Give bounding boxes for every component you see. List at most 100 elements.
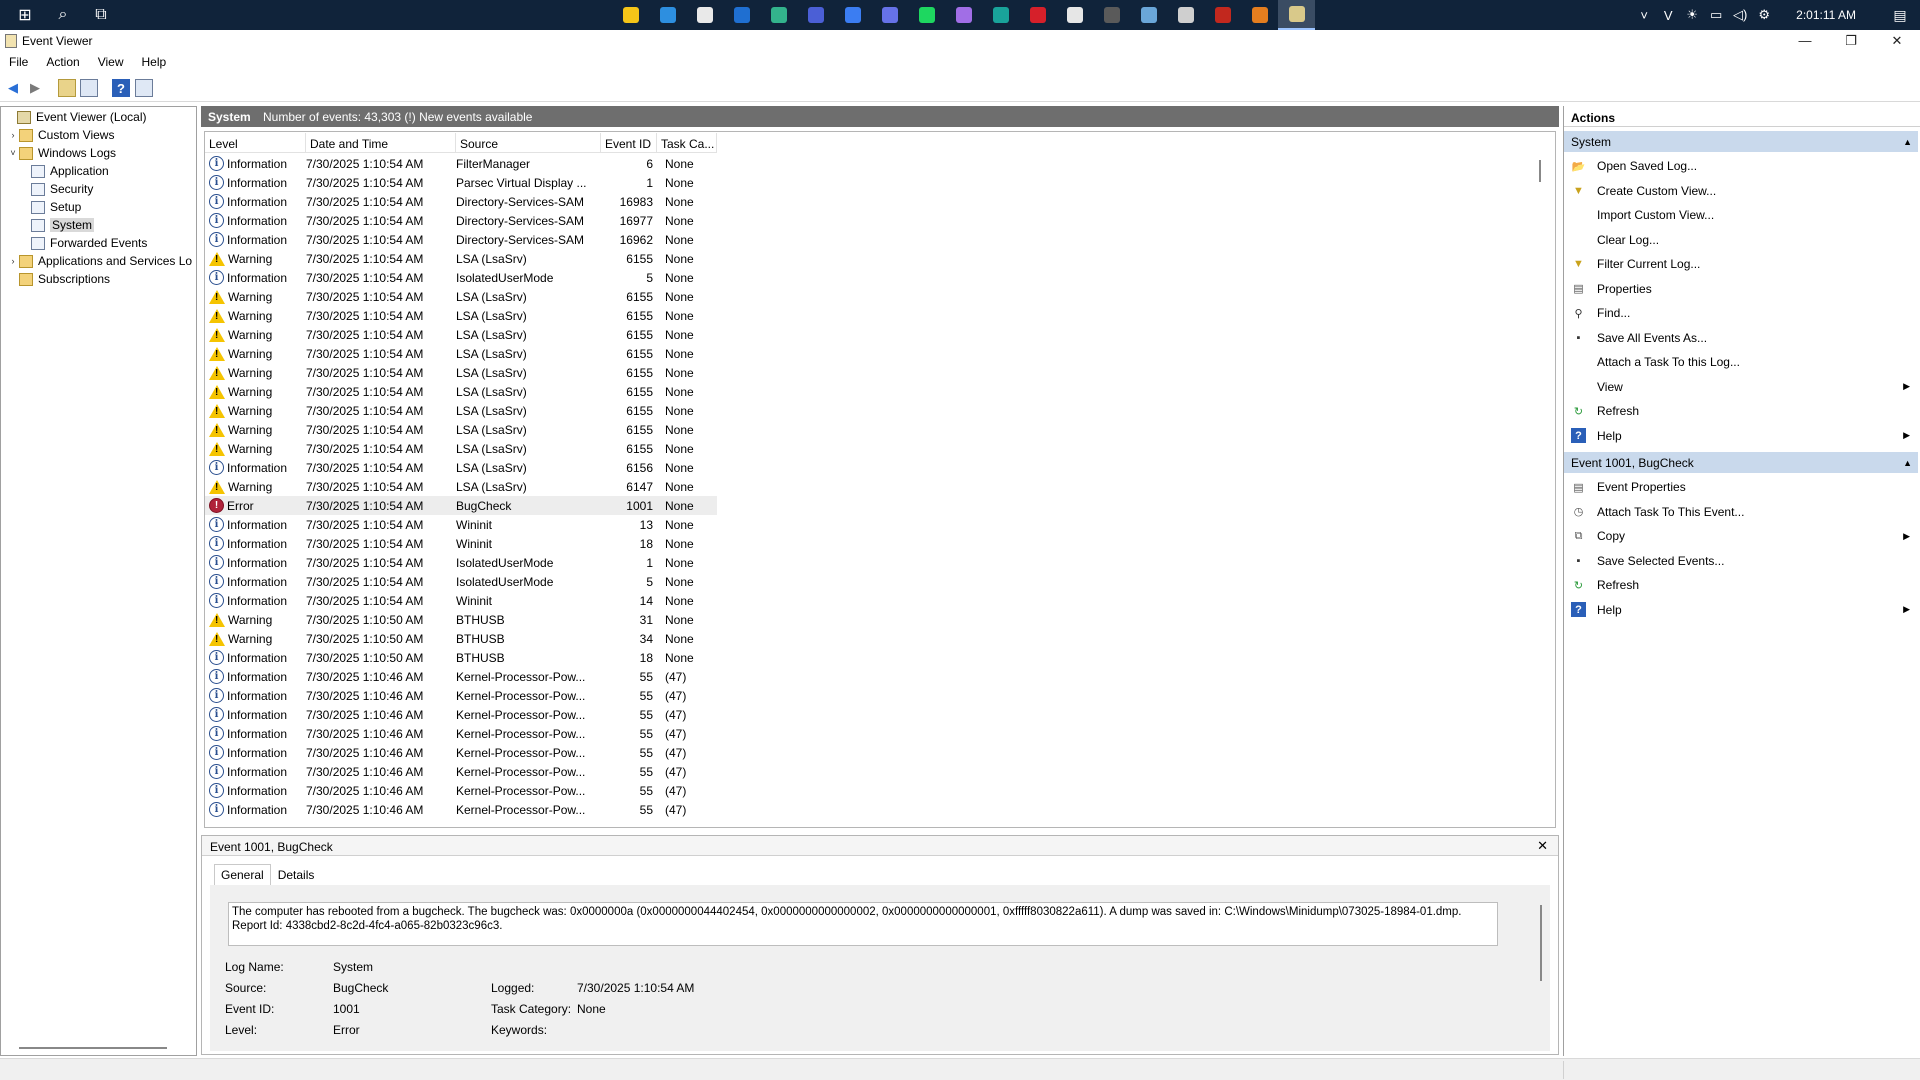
tree-item-custom-views[interactable]: › Custom Views — [7, 126, 115, 144]
table-row[interactable]: i Information 7/30/2025 1:10:46 AM Kernel-P… — [205, 686, 717, 705]
taskbar-app[interactable] — [982, 0, 1019, 30]
brightness-icon[interactable]: ☀ — [1680, 7, 1704, 23]
table-row[interactable]: Warning 7/30/2025 1:10:50 AM BTHUSB 31 None — [205, 610, 717, 629]
table-row[interactable]: Warning 7/30/2025 1:10:54 AM LSA (LsaSrv) 6… — [205, 344, 717, 363]
menu-file[interactable]: File — [0, 52, 37, 72]
table-row[interactable]: Warning 7/30/2025 1:10:54 AM LSA (LsaSrv) 6… — [205, 382, 717, 401]
table-row[interactable]: i Information 7/30/2025 1:10:54 AM FilterMa… — [205, 154, 717, 173]
vpn-icon[interactable]: V — [1656, 8, 1680, 23]
action-save-all-events-as[interactable]: ▪ Save All Events As... — [1564, 326, 1918, 350]
action-properties[interactable]: ▤ Properties — [1564, 277, 1918, 301]
actions-section-event[interactable]: Event 1001, BugCheck ▲ — [1564, 452, 1918, 473]
action-refresh[interactable]: ↻ Refresh — [1564, 573, 1918, 597]
table-row[interactable]: i Information 7/30/2025 1:10:54 AM Director… — [205, 211, 717, 230]
table-row[interactable]: Warning 7/30/2025 1:10:54 AM LSA (LsaSrv) 6… — [205, 477, 717, 496]
table-row[interactable]: Warning 7/30/2025 1:10:54 AM LSA (LsaSrv) 6… — [205, 401, 717, 420]
table-row[interactable]: i Information 7/30/2025 1:10:54 AM Isolated… — [205, 572, 717, 591]
taskbar-app[interactable] — [1278, 0, 1315, 30]
action-help[interactable]: ? Help ▶ — [1564, 424, 1918, 448]
search-icon[interactable]: ⌕ — [44, 0, 82, 30]
taskbar-app[interactable] — [1056, 0, 1093, 30]
maximize-button[interactable]: ❐ — [1828, 30, 1874, 52]
table-row[interactable]: i Information 7/30/2025 1:10:46 AM Kernel-P… — [205, 781, 717, 800]
taskbar-app[interactable] — [1167, 0, 1204, 30]
taskbar-app[interactable] — [908, 0, 945, 30]
column-source[interactable]: Source — [456, 133, 601, 152]
table-row[interactable]: i Information 7/30/2025 1:10:54 AM Parsec V… — [205, 173, 717, 192]
chevron-down-icon[interactable]: ˅ — [7, 148, 19, 158]
actions-section-system[interactable]: System ▲ — [1564, 131, 1918, 152]
help-icon[interactable]: ? — [112, 79, 130, 97]
action-attach-task-to-this-event[interactable]: ◷ Attach Task To This Event... — [1564, 500, 1918, 524]
taskbar-app[interactable] — [797, 0, 834, 30]
action-refresh[interactable]: ↻ Refresh — [1564, 399, 1918, 423]
taskbar-app[interactable] — [871, 0, 908, 30]
close-icon[interactable]: ✕ — [1537, 838, 1548, 854]
action-clear-log[interactable]: Clear Log... — [1564, 228, 1918, 252]
menu-action[interactable]: Action — [37, 52, 88, 72]
back-arrow-icon[interactable]: ◀ — [4, 79, 22, 97]
tree-item-application[interactable]: Application — [31, 162, 109, 180]
table-row[interactable]: Warning 7/30/2025 1:10:50 AM BTHUSB 34 None — [205, 629, 717, 648]
action-event-properties[interactable]: ▤ Event Properties — [1564, 475, 1918, 499]
action-save-selected-events[interactable]: ▪ Save Selected Events... — [1564, 549, 1918, 573]
taskbar-app[interactable] — [760, 0, 797, 30]
tree-item-security[interactable]: Security — [31, 180, 93, 198]
tree-item-subscriptions[interactable]: Subscriptions — [7, 270, 110, 288]
events-vertical-scrollbar[interactable] — [1539, 160, 1541, 182]
close-button[interactable]: ✕ — [1874, 30, 1920, 52]
taskbar-app[interactable] — [834, 0, 871, 30]
tree-item-apps-services[interactable]: › Applications and Services Lo — [7, 252, 193, 270]
menu-help[interactable]: Help — [133, 52, 176, 72]
table-row[interactable]: Warning 7/30/2025 1:10:54 AM LSA (LsaSrv) 6… — [205, 306, 717, 325]
table-row[interactable]: i Information 7/30/2025 1:10:46 AM Kernel-P… — [205, 762, 717, 781]
chevron-up-icon[interactable]: ˅ — [1632, 8, 1656, 23]
taskbar-app[interactable] — [686, 0, 723, 30]
forward-arrow-icon[interactable]: ▶ — [26, 79, 44, 97]
column-level[interactable]: Level — [205, 133, 306, 152]
taskbar-app[interactable] — [1019, 0, 1056, 30]
settings-gear-icon[interactable]: ⚙ — [1752, 7, 1776, 23]
taskbar-app[interactable] — [649, 0, 686, 30]
collapse-icon[interactable]: ▲ — [1903, 458, 1912, 468]
table-row[interactable]: i Information 7/30/2025 1:10:54 AM LSA (Lsa… — [205, 458, 717, 477]
tree-horizontal-scrollbar[interactable] — [19, 1047, 167, 1049]
taskbar-app[interactable] — [945, 0, 982, 30]
show-action-pane-icon[interactable] — [135, 79, 153, 97]
action-copy[interactable]: ⧉ Copy ▶ — [1564, 524, 1918, 548]
table-row[interactable]: i Information 7/30/2025 1:10:50 AM BTHUSB 18… — [205, 648, 717, 667]
notification-icon[interactable]: ▤ — [1880, 7, 1920, 24]
taskbar-app[interactable] — [1130, 0, 1167, 30]
table-row[interactable]: i Information 7/30/2025 1:10:54 AM Isolated… — [205, 553, 717, 572]
table-row[interactable]: Warning 7/30/2025 1:10:54 AM LSA (LsaSrv) 6… — [205, 287, 717, 306]
table-row[interactable]: Warning 7/30/2025 1:10:54 AM LSA (LsaSrv) 6… — [205, 249, 717, 268]
detail-vertical-scrollbar[interactable] — [1540, 905, 1542, 981]
taskbar-app[interactable] — [1093, 0, 1130, 30]
action-find[interactable]: ⚲ Find... — [1564, 301, 1918, 325]
tree-item-forwarded-events[interactable]: Forwarded Events — [31, 234, 147, 252]
table-row[interactable]: i Information 7/30/2025 1:10:46 AM Kernel-P… — [205, 667, 717, 686]
minimize-button[interactable]: — — [1782, 30, 1828, 52]
table-row[interactable]: i Information 7/30/2025 1:10:54 AM Director… — [205, 192, 717, 211]
tree-item-system[interactable]: System — [31, 216, 95, 234]
show-hide-tree-icon[interactable] — [80, 79, 98, 97]
tree-item-windows-logs[interactable]: ˅ Windows Logs — [7, 144, 116, 162]
chevron-right-icon[interactable]: › — [7, 256, 19, 266]
start-icon[interactable]: ⊞ — [6, 0, 44, 30]
taskbar-app[interactable] — [1204, 0, 1241, 30]
tab-general[interactable]: General — [214, 864, 271, 886]
tree-item-setup[interactable]: Setup — [31, 198, 81, 216]
column-task-category[interactable]: Task Ca... — [657, 133, 717, 152]
table-row[interactable]: i Information 7/30/2025 1:10:54 AM Wininit 1… — [205, 534, 717, 553]
taskbar-app[interactable] — [612, 0, 649, 30]
table-row[interactable]: i Information 7/30/2025 1:10:46 AM Kernel-P… — [205, 724, 717, 743]
column-date[interactable]: Date and Time — [306, 133, 456, 152]
event-message[interactable]: The computer has rebooted from a bugchec… — [228, 902, 1498, 946]
table-row[interactable]: i Information 7/30/2025 1:10:54 AM Wininit 1… — [205, 591, 717, 610]
network-icon[interactable]: ▭ — [1704, 7, 1728, 23]
table-row[interactable]: ! Error 7/30/2025 1:10:54 AM BugCheck 1001 No… — [205, 496, 717, 515]
action-attach-a-task-to-this-log[interactable]: Attach a Task To this Log... — [1564, 350, 1918, 374]
taskbar-app[interactable] — [1241, 0, 1278, 30]
action-open-saved-log[interactable]: 📂 Open Saved Log... — [1564, 154, 1918, 178]
column-event-id[interactable]: Event ID — [601, 133, 657, 152]
